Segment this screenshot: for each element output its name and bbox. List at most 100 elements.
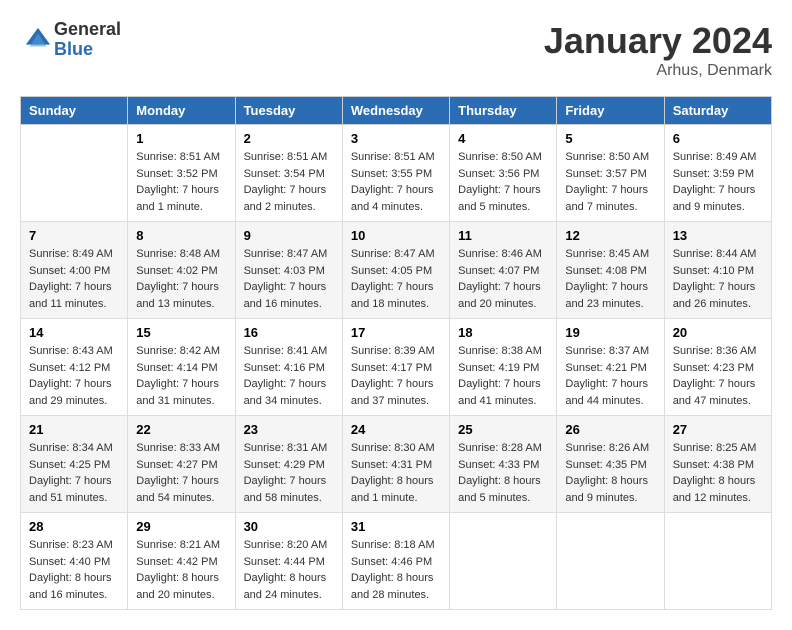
day-info: Sunrise: 8:21 AMSunset: 4:42 PMDaylight:… xyxy=(136,537,226,603)
day-number: 22 xyxy=(136,422,226,437)
day-info: Sunrise: 8:44 AMSunset: 4:10 PMDaylight:… xyxy=(673,246,763,312)
logo-text: General Blue xyxy=(54,20,121,60)
calendar-cell: 17 Sunrise: 8:39 AMSunset: 4:17 PMDayligh… xyxy=(342,319,449,416)
day-number: 23 xyxy=(244,422,334,437)
calendar-week-row: 14Sunrise: 8:43 AMSunset: 4:12 PMDayligh… xyxy=(21,319,772,416)
calendar-cell: 27Sunrise: 8:25 AMSunset: 4:38 PMDayligh… xyxy=(664,416,771,513)
calendar-cell: 1 Sunrise: 8:51 AMSunset: 3:52 PMDaylight… xyxy=(128,125,235,222)
calendar-cell: 26 Sunrise: 8:26 AMSunset: 4:35 PMDayligh… xyxy=(557,416,664,513)
day-number: 5 xyxy=(565,131,655,146)
calendar-week-row: 28 Sunrise: 8:23 AMSunset: 4:40 PMDayligh… xyxy=(21,513,772,610)
day-number: 19 xyxy=(565,325,655,340)
day-number: 11 xyxy=(458,228,548,243)
day-number: 9 xyxy=(244,228,334,243)
day-info: Sunrise: 8:26 AMSunset: 4:35 PMDaylight:… xyxy=(565,440,655,506)
day-info: Sunrise: 8:38 AMSunset: 4:19 PMDaylight:… xyxy=(458,343,548,409)
day-info: Sunrise: 8:41 AMSunset: 4:16 PMDaylight:… xyxy=(244,343,334,409)
calendar-cell: 23Sunrise: 8:31 AMSunset: 4:29 PMDayligh… xyxy=(235,416,342,513)
calendar-cell xyxy=(21,125,128,222)
day-number: 4 xyxy=(458,131,548,146)
calendar-header-row: SundayMondayTuesdayWednesdayThursdayFrid… xyxy=(21,97,772,125)
city-title: Arhus, Denmark xyxy=(544,62,772,80)
calendar-cell: 15Sunrise: 8:42 AMSunset: 4:14 PMDayligh… xyxy=(128,319,235,416)
logo-icon xyxy=(24,26,52,54)
day-info: Sunrise: 8:37 AMSunset: 4:21 PMDaylight:… xyxy=(565,343,655,409)
header-thursday: Thursday xyxy=(450,97,557,125)
logo-blue: Blue xyxy=(54,40,121,60)
day-info: Sunrise: 8:39 AMSunset: 4:17 PMDaylight:… xyxy=(351,343,441,409)
calendar-cell: 29Sunrise: 8:21 AMSunset: 4:42 PMDayligh… xyxy=(128,513,235,610)
calendar-cell: 18 Sunrise: 8:38 AMSunset: 4:19 PMDayligh… xyxy=(450,319,557,416)
header-monday: Monday xyxy=(128,97,235,125)
calendar-cell: 11 Sunrise: 8:46 AMSunset: 4:07 PMDayligh… xyxy=(450,222,557,319)
calendar-cell: 9Sunrise: 8:47 AMSunset: 4:03 PMDaylight… xyxy=(235,222,342,319)
page-header: General Blue January 2024 Arhus, Denmark xyxy=(20,20,772,80)
calendar-cell: 20 Sunrise: 8:36 AMSunset: 4:23 PMDayligh… xyxy=(664,319,771,416)
day-number: 24 xyxy=(351,422,441,437)
calendar-cell: 19 Sunrise: 8:37 AMSunset: 4:21 PMDayligh… xyxy=(557,319,664,416)
day-number: 13 xyxy=(673,228,763,243)
calendar-week-row: 1 Sunrise: 8:51 AMSunset: 3:52 PMDaylight… xyxy=(21,125,772,222)
day-number: 27 xyxy=(673,422,763,437)
day-info: Sunrise: 8:18 AMSunset: 4:46 PMDaylight:… xyxy=(351,537,441,603)
logo: General Blue xyxy=(20,20,121,60)
day-info: Sunrise: 8:46 AMSunset: 4:07 PMDaylight:… xyxy=(458,246,548,312)
day-info: Sunrise: 8:48 AMSunset: 4:02 PMDaylight:… xyxy=(136,246,226,312)
day-number: 18 xyxy=(458,325,548,340)
header-saturday: Saturday xyxy=(664,97,771,125)
day-info: Sunrise: 8:51 AMSunset: 3:55 PMDaylight:… xyxy=(351,149,441,215)
day-number: 8 xyxy=(136,228,226,243)
calendar-cell: 13 Sunrise: 8:44 AMSunset: 4:10 PMDayligh… xyxy=(664,222,771,319)
calendar-cell: 16 Sunrise: 8:41 AMSunset: 4:16 PMDayligh… xyxy=(235,319,342,416)
month-title: January 2024 xyxy=(544,20,772,62)
day-info: Sunrise: 8:45 AMSunset: 4:08 PMDaylight:… xyxy=(565,246,655,312)
day-info: Sunrise: 8:30 AMSunset: 4:31 PMDaylight:… xyxy=(351,440,441,506)
day-number: 25 xyxy=(458,422,548,437)
day-number: 17 xyxy=(351,325,441,340)
day-number: 26 xyxy=(565,422,655,437)
calendar-cell: 3 Sunrise: 8:51 AMSunset: 3:55 PMDaylight… xyxy=(342,125,449,222)
day-number: 3 xyxy=(351,131,441,146)
day-number: 30 xyxy=(244,519,334,534)
header-wednesday: Wednesday xyxy=(342,97,449,125)
day-number: 20 xyxy=(673,325,763,340)
day-number: 21 xyxy=(29,422,119,437)
day-number: 16 xyxy=(244,325,334,340)
calendar-cell: 30 Sunrise: 8:20 AMSunset: 4:44 PMDayligh… xyxy=(235,513,342,610)
day-number: 2 xyxy=(244,131,334,146)
calendar-cell: 8 Sunrise: 8:48 AMSunset: 4:02 PMDaylight… xyxy=(128,222,235,319)
day-info: Sunrise: 8:50 AMSunset: 3:57 PMDaylight:… xyxy=(565,149,655,215)
day-number: 1 xyxy=(136,131,226,146)
day-number: 7 xyxy=(29,228,119,243)
calendar-cell: 5 Sunrise: 8:50 AMSunset: 3:57 PMDaylight… xyxy=(557,125,664,222)
calendar-cell: 25 Sunrise: 8:28 AMSunset: 4:33 PMDayligh… xyxy=(450,416,557,513)
day-number: 10 xyxy=(351,228,441,243)
calendar-cell: 10Sunrise: 8:47 AMSunset: 4:05 PMDayligh… xyxy=(342,222,449,319)
calendar-week-row: 21 Sunrise: 8:34 AMSunset: 4:25 PMDayligh… xyxy=(21,416,772,513)
calendar-cell: 7 Sunrise: 8:49 AMSunset: 4:00 PMDaylight… xyxy=(21,222,128,319)
calendar-cell xyxy=(664,513,771,610)
calendar-cell: 31Sunrise: 8:18 AMSunset: 4:46 PMDayligh… xyxy=(342,513,449,610)
day-info: Sunrise: 8:51 AMSunset: 3:52 PMDaylight:… xyxy=(136,149,226,215)
day-info: Sunrise: 8:20 AMSunset: 4:44 PMDaylight:… xyxy=(244,537,334,603)
calendar-cell: 2Sunrise: 8:51 AMSunset: 3:54 PMDaylight… xyxy=(235,125,342,222)
calendar-cell xyxy=(450,513,557,610)
calendar-cell: 14Sunrise: 8:43 AMSunset: 4:12 PMDayligh… xyxy=(21,319,128,416)
header-friday: Friday xyxy=(557,97,664,125)
day-info: Sunrise: 8:33 AMSunset: 4:27 PMDaylight:… xyxy=(136,440,226,506)
calendar-cell: 21 Sunrise: 8:34 AMSunset: 4:25 PMDayligh… xyxy=(21,416,128,513)
calendar-cell: 28 Sunrise: 8:23 AMSunset: 4:40 PMDayligh… xyxy=(21,513,128,610)
day-number: 14 xyxy=(29,325,119,340)
calendar-cell: 22 Sunrise: 8:33 AMSunset: 4:27 PMDayligh… xyxy=(128,416,235,513)
day-info: Sunrise: 8:28 AMSunset: 4:33 PMDaylight:… xyxy=(458,440,548,506)
day-info: Sunrise: 8:49 AMSunset: 4:00 PMDaylight:… xyxy=(29,246,119,312)
calendar-week-row: 7 Sunrise: 8:49 AMSunset: 4:00 PMDaylight… xyxy=(21,222,772,319)
day-number: 28 xyxy=(29,519,119,534)
header-tuesday: Tuesday xyxy=(235,97,342,125)
day-info: Sunrise: 8:36 AMSunset: 4:23 PMDaylight:… xyxy=(673,343,763,409)
day-info: Sunrise: 8:34 AMSunset: 4:25 PMDaylight:… xyxy=(29,440,119,506)
day-info: Sunrise: 8:23 AMSunset: 4:40 PMDaylight:… xyxy=(29,537,119,603)
day-info: Sunrise: 8:49 AMSunset: 3:59 PMDaylight:… xyxy=(673,149,763,215)
logo-general: General xyxy=(54,20,121,40)
header-sunday: Sunday xyxy=(21,97,128,125)
